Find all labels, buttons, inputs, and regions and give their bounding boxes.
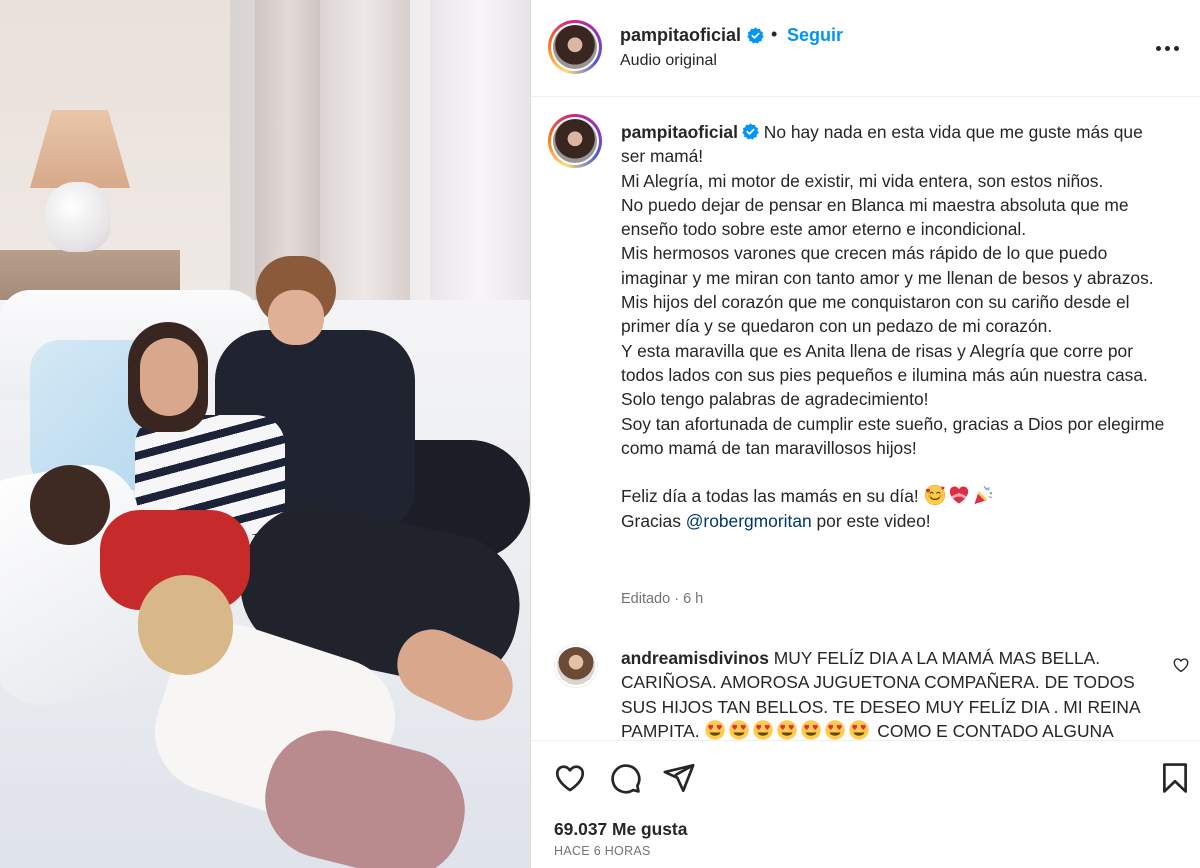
comment-text: andreamisdivinos MUY FELÍZ DIA A LA MAMÁ… [621, 646, 1166, 740]
commenter-avatar[interactable] [554, 644, 598, 688]
heart-eyes-emoji [705, 720, 726, 740]
like-comment-heart-icon[interactable] [1172, 656, 1190, 674]
caption-ending: por este video! [811, 510, 931, 531]
post-sidebar: pampitaoficial • Seguir Audio original p… [531, 0, 1200, 868]
post-actions-bar: 69.037 Me gusta HACE 6 HORAS [531, 740, 1200, 868]
comments-scroll-area[interactable]: pampitaoficial No hay nada en esta vida … [531, 98, 1200, 740]
heart-with-ribbon-emoji [949, 486, 968, 505]
comment-item: andreamisdivinos MUY FELÍZ DIA A LA MAMÁ… [531, 642, 1200, 740]
save-icon[interactable] [1158, 761, 1192, 795]
caption-body: No hay nada en esta vida que me guste má… [621, 122, 1165, 507]
share-icon[interactable] [662, 761, 696, 795]
heart-eyes-emoji [849, 720, 870, 740]
comment-icon[interactable] [608, 761, 642, 795]
post-caption: pampitaoficial No hay nada en esta vida … [621, 120, 1166, 533]
heart-eyes-emoji [729, 720, 750, 740]
heart-eyes-emoji [801, 720, 822, 740]
edited-timestamp[interactable]: Editado · 6 h [621, 591, 703, 607]
lamp-shade [30, 110, 130, 188]
heart-icon[interactable] [553, 761, 587, 795]
author-avatar[interactable] [548, 20, 602, 74]
post-timestamp[interactable]: HACE 6 HORAS [554, 844, 651, 858]
like-count[interactable]: 69.037 Me gusta [554, 819, 687, 840]
mother-face [140, 338, 198, 416]
audio-label[interactable]: Audio original [620, 52, 717, 70]
caption-thanks: Gracias [621, 510, 681, 531]
caption-mention-link[interactable]: @robergmoritan [686, 511, 812, 531]
separator-dot: • [771, 24, 778, 44]
child-face [268, 290, 324, 345]
commenter-username[interactable]: andreamisdivinos [621, 648, 769, 668]
caption-author-avatar[interactable] [548, 114, 602, 168]
girl-hair [138, 575, 233, 675]
caption-username[interactable]: pampitaoficial [621, 122, 738, 142]
comment-ending: COMO E CONTADO ALGUNA [872, 720, 1114, 740]
post-video[interactable] [0, 0, 530, 868]
more-options-icon[interactable] [1149, 36, 1185, 60]
smiling-face-with-hearts-emoji [924, 485, 945, 506]
party-popper-emoji [974, 486, 992, 505]
follow-button[interactable]: Seguir [787, 25, 843, 46]
lamp-base [45, 182, 111, 252]
post-header: pampitaoficial • Seguir Audio original [531, 0, 1200, 97]
verified-badge-icon [747, 27, 764, 44]
heart-eyes-emoji [753, 720, 774, 740]
verified-badge-icon [742, 123, 759, 140]
heart-eyes-emoji-group [704, 720, 872, 740]
author-username[interactable]: pampitaoficial [620, 25, 741, 46]
heart-eyes-emoji [777, 720, 798, 740]
heart-eyes-emoji [825, 720, 846, 740]
child-head [30, 465, 110, 545]
